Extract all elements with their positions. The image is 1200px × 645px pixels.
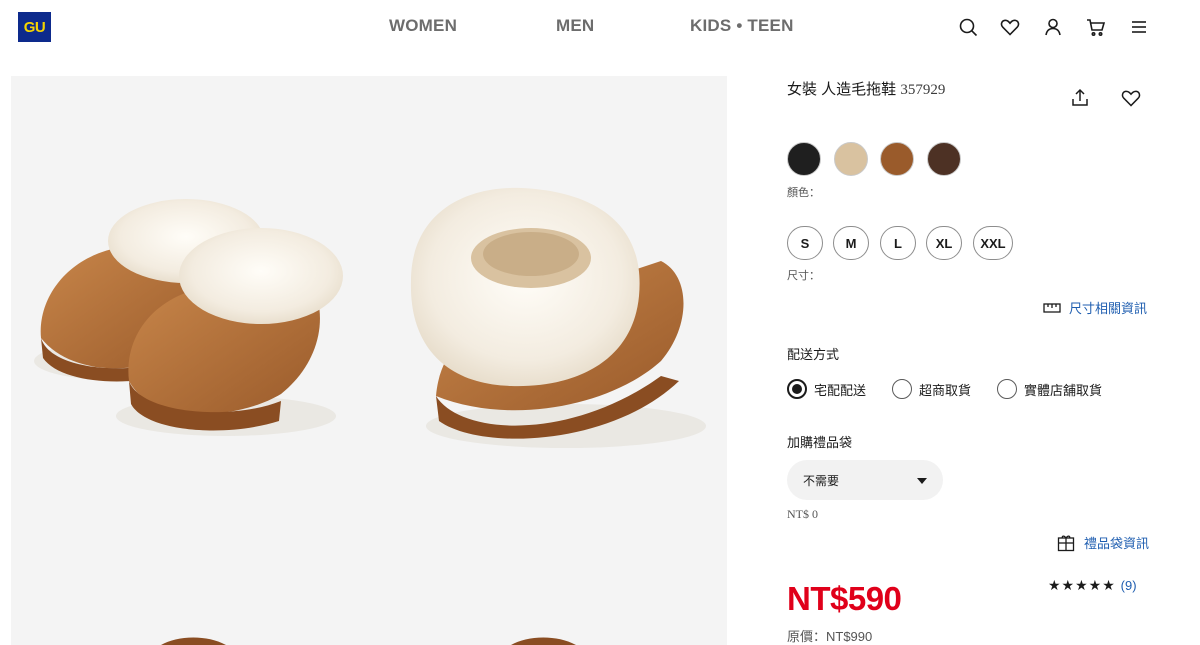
product-photo xyxy=(34,187,706,645)
product-name: 女裝 人造毛拖鞋 xyxy=(787,81,897,98)
size-option-m[interactable]: M xyxy=(833,226,869,260)
nav-men[interactable]: MEN xyxy=(556,16,594,36)
color-swatch-dark-brown[interactable] xyxy=(927,142,961,176)
delivery-option-label: 宅配配送 xyxy=(814,382,867,398)
size-option-xl[interactable]: XL xyxy=(926,226,962,260)
color-swatch-brown[interactable] xyxy=(880,142,914,176)
cart-icon[interactable] xyxy=(1085,16,1107,38)
sale-price: NT$590 xyxy=(787,580,902,617)
size-label: 尺寸： xyxy=(787,270,820,282)
heart-icon[interactable] xyxy=(999,16,1021,38)
radio-icon[interactable] xyxy=(892,379,912,399)
share-icon[interactable] xyxy=(1069,87,1091,109)
gift-icon xyxy=(1057,534,1075,551)
radio-icon[interactable] xyxy=(997,379,1017,399)
gift-bag-info-label: 禮品袋資訊 xyxy=(1084,536,1150,551)
product-image-gallery[interactable] xyxy=(11,76,727,645)
delivery-option-convenience-store[interactable]: 超商取貨 xyxy=(892,379,971,399)
delivery-option-store-pickup[interactable]: 實體店舖取貨 xyxy=(997,379,1102,399)
radio-selected-icon[interactable] xyxy=(787,379,807,399)
gift-bag-price: NT$ 0 xyxy=(787,507,818,521)
delivery-option-label: 實體店舖取貨 xyxy=(1024,382,1103,398)
color-label: 顏色： xyxy=(787,187,820,199)
gu-logo[interactable]: GU xyxy=(18,12,51,42)
size-guide-label: 尺寸相關資訊 xyxy=(1069,301,1148,316)
search-icon[interactable] xyxy=(957,16,979,38)
site-header: GU WOMEN MEN KIDS • TEEN xyxy=(0,0,1200,56)
size-guide-link[interactable]: 尺寸相關資訊 xyxy=(1043,298,1147,317)
rating-stars: ★★★★★ xyxy=(1048,577,1116,593)
ruler-icon xyxy=(1043,302,1061,313)
product-code: 357929 xyxy=(900,82,946,98)
review-count[interactable]: (9) xyxy=(1121,578,1137,593)
gift-bag-selected-value: 不需要 xyxy=(803,473,840,488)
nav-kids-teen[interactable]: KIDS • TEEN xyxy=(690,16,794,36)
color-swatch-black[interactable] xyxy=(787,142,821,176)
color-swatch-beige[interactable] xyxy=(834,142,868,176)
product-title: 女裝 人造毛拖鞋 357929 xyxy=(787,78,945,99)
menu-icon[interactable] xyxy=(1128,16,1150,38)
delivery-option-label: 超商取貨 xyxy=(919,382,972,398)
gift-bag-title: 加購禮品袋 xyxy=(787,435,853,450)
caret-down-icon xyxy=(917,478,927,484)
logo-text: GU xyxy=(23,18,46,36)
size-option-s[interactable]: S xyxy=(787,226,823,260)
heart-icon[interactable] xyxy=(1120,87,1142,109)
gift-bag-select[interactable]: 不需要 xyxy=(787,460,943,500)
delivery-option-home[interactable]: 宅配配送 xyxy=(787,379,866,399)
user-icon[interactable] xyxy=(1042,16,1064,38)
gift-bag-info-link[interactable]: 禮品袋資訊 xyxy=(1057,533,1149,552)
delivery-title: 配送方式 xyxy=(787,347,840,362)
size-option-xxl[interactable]: XXL xyxy=(973,226,1013,260)
rating[interactable]: ★★★★★ (9) xyxy=(1048,577,1137,594)
size-option-l[interactable]: L xyxy=(880,226,916,260)
nav-women[interactable]: WOMEN xyxy=(389,16,457,36)
original-price: 原價：NT$990 xyxy=(787,629,873,644)
